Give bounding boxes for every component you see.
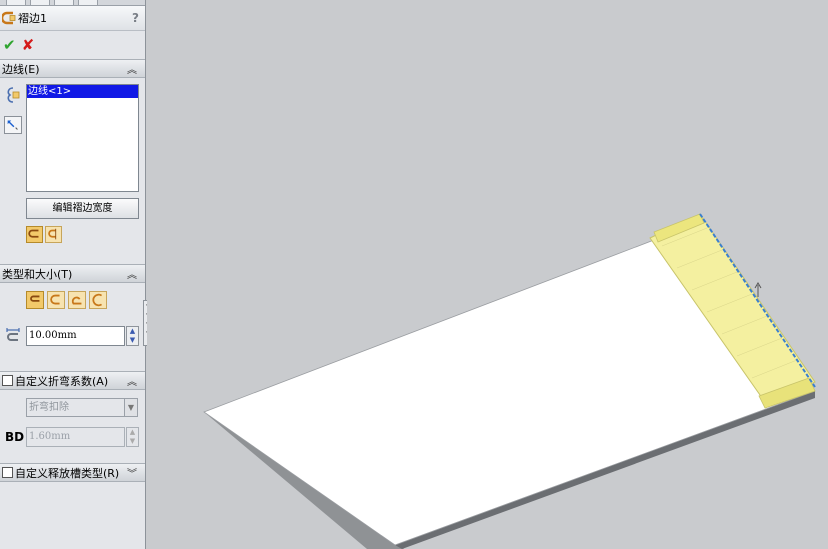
cancel-button[interactable]: ✘: [22, 36, 35, 54]
material-inside-button[interactable]: [26, 226, 43, 243]
bend-allowance-section-header[interactable]: 自定义折弯系数(A) ︽: [0, 371, 145, 390]
custom-relief-checkbox[interactable]: [2, 467, 13, 478]
length-spinner[interactable]: ▲ ▼: [126, 326, 139, 346]
hem-icon: [2, 11, 16, 25]
hem-open-icon: [50, 294, 60, 305]
feature-titlebar: 褶边1 ?: [0, 6, 145, 31]
edge-selection-list[interactable]: 边线<1>: [26, 84, 139, 192]
tab-feature-tree[interactable]: [6, 0, 26, 5]
ok-button[interactable]: ✔: [3, 36, 16, 54]
bd-value-input[interactable]: 1.60mm: [26, 427, 125, 447]
hem-open-button[interactable]: [47, 291, 65, 309]
property-manager-panel: 褶边1 ? ✔ ✘ 边线(E) ︽ 边线<1> 编辑褶边宽度 类型和大小(T) …: [0, 0, 146, 549]
bend-allowance-type-select[interactable]: 折弯扣除 ▼: [26, 398, 138, 417]
bd-spinner[interactable]: ▲ ▼: [126, 427, 139, 447]
type-size-section-header[interactable]: 类型和大小(T) ︽: [0, 264, 145, 283]
tab-dimxpert[interactable]: [78, 0, 98, 5]
hem-position-buttons: [26, 226, 62, 243]
bend-allowance-section-title: 自定义折弯系数(A): [15, 374, 109, 388]
reverse-direction-button[interactable]: [4, 116, 22, 134]
material-inside-icon: [28, 229, 39, 238]
relief-type-section-header[interactable]: 自定义释放槽类型(R) ︾: [0, 463, 145, 482]
model-view[interactable]: [147, 0, 828, 549]
tab-property-manager[interactable]: [30, 0, 50, 5]
hem-closed-button[interactable]: [26, 291, 44, 309]
collapse-chevron-icon[interactable]: ︽: [127, 373, 137, 388]
dropdown-arrow-icon[interactable]: ▼: [124, 399, 137, 416]
type-size-section-body: 10.00mm ▲ ▼: [0, 283, 145, 371]
hem-length-input[interactable]: 10.00mm: [26, 326, 125, 346]
graphics-viewport[interactable]: [147, 0, 828, 549]
hem-closed-icon: [30, 295, 40, 302]
manager-tabs: [0, 0, 145, 6]
type-size-section-title: 类型和大小(T): [2, 267, 73, 281]
edge-select-icon: [7, 87, 20, 103]
edges-section-body: 边线<1> 编辑褶边宽度: [0, 78, 145, 264]
tab-configuration[interactable]: [54, 0, 74, 5]
hem-type-buttons: [26, 291, 107, 309]
ok-cancel-row: ✔ ✘: [0, 31, 145, 59]
edges-section-title: 边线(E): [2, 62, 40, 76]
hem-length-icon: [6, 328, 20, 341]
bd-label: BD: [5, 430, 25, 444]
list-item[interactable]: 边线<1>: [27, 85, 138, 98]
help-button[interactable]: ?: [132, 11, 139, 25]
edges-section-header[interactable]: 边线(E) ︽: [0, 59, 145, 78]
expand-chevron-icon[interactable]: ︾: [127, 465, 137, 480]
edit-hem-width-button[interactable]: 编辑褶边宽度: [26, 198, 139, 219]
feature-title: 褶边1: [18, 12, 47, 25]
collapse-chevron-icon[interactable]: ︽: [127, 266, 137, 281]
reverse-direction-icon: [7, 120, 18, 130]
bend-allowance-type-value: 折弯扣除: [29, 402, 69, 413]
hem-teardrop-button[interactable]: [68, 291, 86, 309]
hem-rolled-icon: [92, 293, 103, 307]
material-outside-button[interactable]: [45, 226, 62, 243]
bend-allowance-section-body: 折弯扣除 ▼ BD 1.60mm ▲ ▼: [0, 390, 145, 463]
material-outside-icon: [48, 228, 57, 240]
hem-teardrop-icon: [71, 296, 82, 305]
collapse-chevron-icon[interactable]: ︽: [127, 61, 137, 76]
custom-bend-allowance-checkbox[interactable]: [2, 375, 13, 386]
hem-rolled-button[interactable]: [89, 291, 107, 309]
relief-type-section-title: 自定义释放槽类型(R): [15, 466, 120, 480]
